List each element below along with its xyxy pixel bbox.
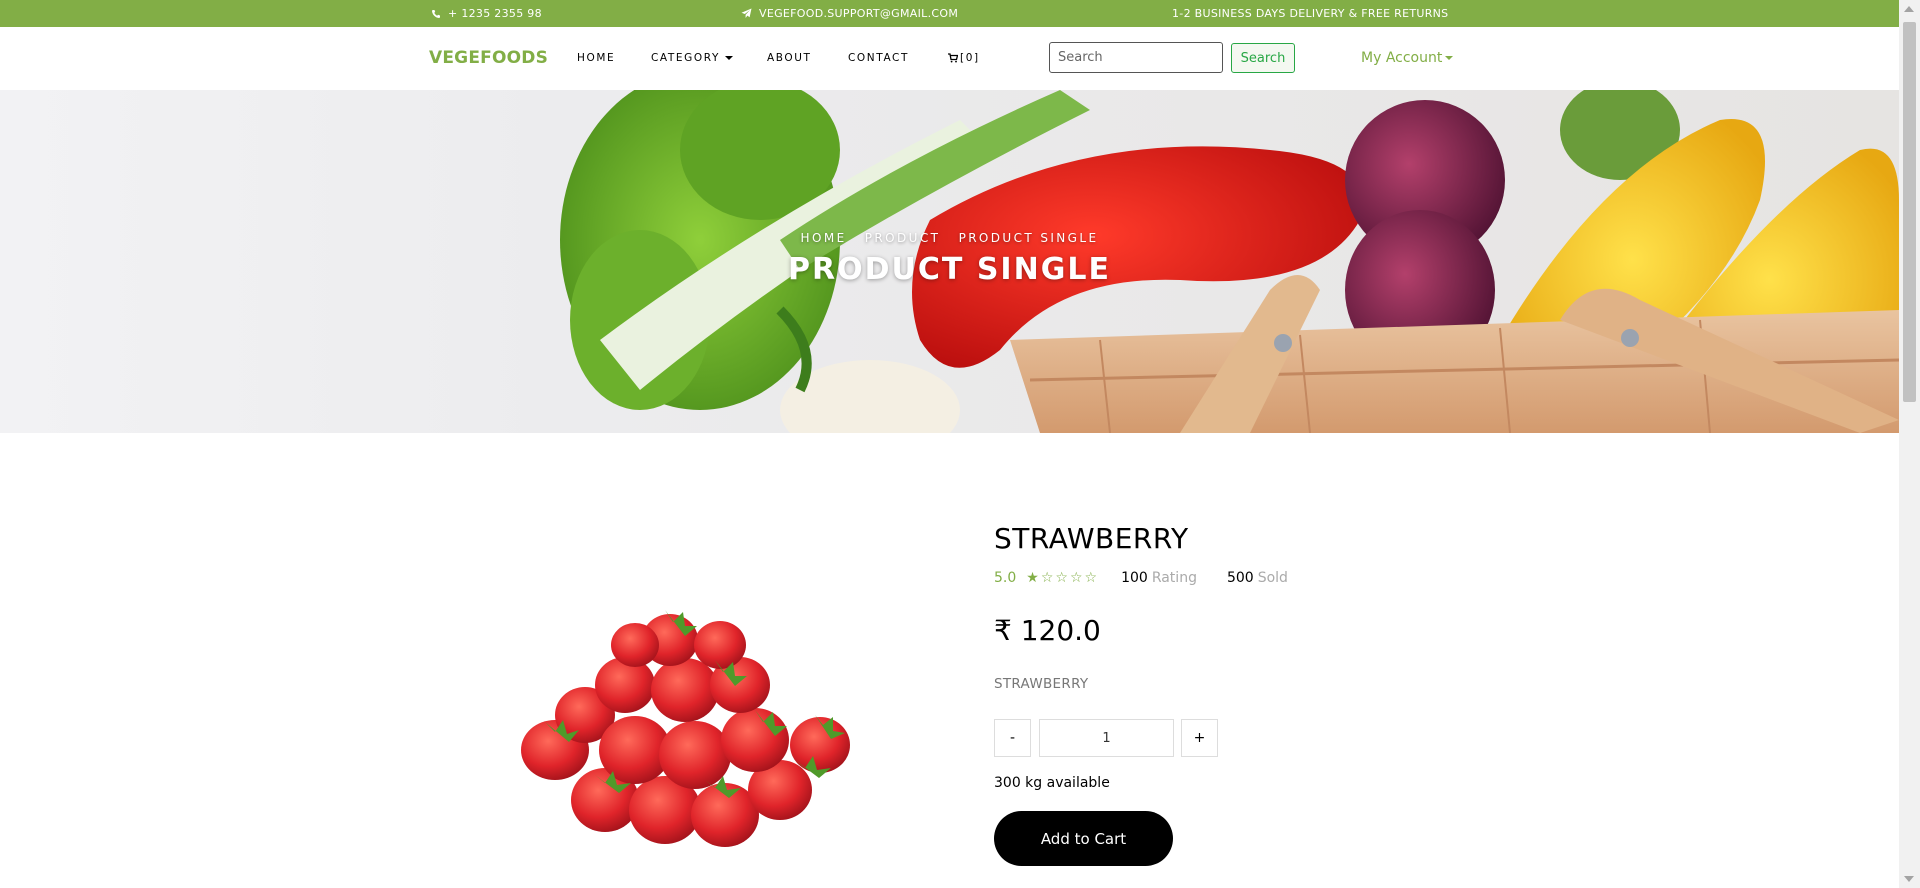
sold-label: Sold bbox=[1257, 570, 1288, 586]
paper-plane-icon bbox=[741, 8, 752, 18]
product-price: ₹ 120.0 bbox=[994, 614, 1101, 647]
phone-contact: + 1235 2355 98 bbox=[431, 7, 542, 20]
rating-score: 5.0 bbox=[994, 570, 1017, 586]
scroll-down-arrow-icon[interactable] bbox=[1904, 876, 1914, 882]
search-button[interactable]: Search bbox=[1231, 43, 1295, 73]
breadcrumb-product[interactable]: PRODUCT bbox=[865, 231, 941, 245]
scrollbar-thumb[interactable] bbox=[1903, 22, 1916, 402]
cart-icon bbox=[948, 53, 958, 63]
phone-icon bbox=[432, 9, 440, 18]
my-account-dropdown[interactable]: My Account bbox=[1361, 50, 1454, 66]
my-account-label: My Account bbox=[1361, 50, 1443, 66]
quantity-decrease-button[interactable]: - bbox=[994, 719, 1031, 757]
top-info-bar: + 1235 2355 98 VEGEFOOD.SUPPORT@GMAIL.CO… bbox=[0, 0, 1899, 27]
breadcrumb-home[interactable]: HOME bbox=[801, 231, 847, 245]
page-title: PRODUCT SINGLE bbox=[788, 252, 1111, 287]
product-name: STRAWBERRY bbox=[994, 522, 1189, 555]
star-empty-icon: ☆ bbox=[1084, 570, 1100, 586]
breadcrumb-current: PRODUCT SINGLE bbox=[958, 231, 1099, 245]
brand-logo[interactable]: VEGEFOODS bbox=[429, 48, 548, 68]
stock-availability: 300 kg available bbox=[994, 775, 1110, 791]
strawberry-product-image bbox=[521, 610, 850, 847]
email-contact: VEGEFOOD.SUPPORT@GMAIL.COM bbox=[741, 7, 958, 20]
nav-contact[interactable]: CONTACT bbox=[848, 52, 909, 64]
product-rating-row: 5.0 ★☆☆☆☆ 100 Rating 500 Sold bbox=[994, 570, 1318, 586]
product-description: STRAWBERRY bbox=[994, 676, 1089, 692]
delivery-notice-text: 1-2 BUSINESS DAYS DELIVERY & FREE RETURN… bbox=[1172, 7, 1449, 20]
rating-count: 100 bbox=[1121, 570, 1148, 586]
star-filled-icon: ★ bbox=[1026, 570, 1041, 586]
hero-banner: HOME PRODUCT PRODUCT SINGLE PRODUCT SING… bbox=[0, 90, 1899, 433]
chevron-down-icon bbox=[1445, 56, 1454, 60]
sold-count: 500 bbox=[1226, 570, 1254, 586]
phone-number: + 1235 2355 98 bbox=[448, 7, 542, 20]
support-email: VEGEFOOD.SUPPORT@GMAIL.COM bbox=[759, 7, 959, 20]
breadcrumb: HOME PRODUCT PRODUCT SINGLE bbox=[0, 231, 1899, 245]
search-input[interactable] bbox=[1049, 42, 1223, 73]
scroll-up-arrow-icon[interactable] bbox=[1904, 6, 1914, 12]
star-empty-icon: ☆ bbox=[1069, 570, 1085, 586]
quantity-input[interactable] bbox=[1039, 719, 1174, 757]
quantity-increase-button[interactable]: + bbox=[1181, 719, 1218, 757]
nav-home[interactable]: HOME bbox=[577, 52, 615, 64]
main-navbar: VEGEFOODS HOME CATEGORY ABOUT CONTACT [0… bbox=[0, 27, 1899, 90]
nav-category[interactable]: CATEGORY bbox=[651, 52, 733, 64]
star-rating[interactable]: ★☆☆☆☆ bbox=[1026, 570, 1099, 586]
cart-count: [0] bbox=[960, 52, 980, 64]
nav-category-label: CATEGORY bbox=[651, 52, 720, 64]
star-empty-icon: ☆ bbox=[1055, 570, 1070, 586]
nav-about[interactable]: ABOUT bbox=[767, 52, 812, 64]
delivery-notice: 1-2 BUSINESS DAYS DELIVERY & FREE RETURN… bbox=[1172, 7, 1448, 20]
page-scrollbar[interactable] bbox=[1899, 0, 1920, 888]
add-to-cart-button[interactable]: Add to Cart bbox=[994, 811, 1173, 866]
rating-label: Rating bbox=[1151, 570, 1197, 586]
nav-cart[interactable]: [0] bbox=[948, 52, 980, 64]
star-empty-icon: ☆ bbox=[1040, 570, 1056, 586]
chevron-down-icon bbox=[725, 56, 733, 60]
